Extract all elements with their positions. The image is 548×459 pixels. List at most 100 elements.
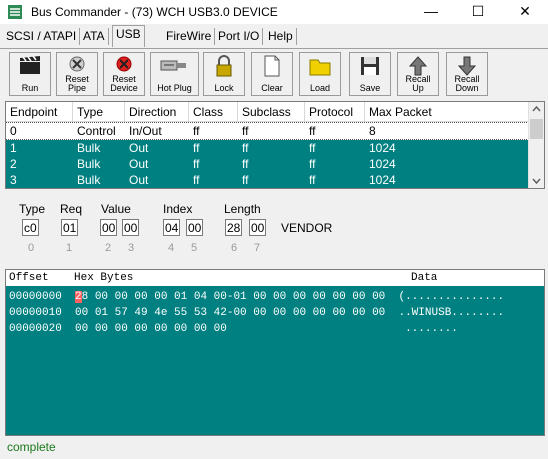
- byte-index: 5: [191, 242, 198, 254]
- reset-device-label-2: Device: [110, 83, 138, 93]
- cell-class: ff: [193, 141, 200, 155]
- save-button[interactable]: Save: [349, 52, 391, 96]
- hex-offset: 00000010: [9, 307, 62, 319]
- scroll-down-icon[interactable]: [529, 174, 544, 188]
- req-label: Req: [60, 202, 83, 216]
- reset-pipe-label-2: Pipe: [67, 83, 86, 93]
- table-row[interactable]: 3 Bulk Out ff ff ff 1024: [6, 172, 530, 188]
- hex-line: 00000010 00 01 57 49 4e 55 53 42-00 00 0…: [9, 306, 504, 321]
- status-text: complete: [7, 440, 56, 454]
- cell-endpoint: 3: [10, 173, 17, 187]
- byte-index: 2: [105, 242, 112, 254]
- window-title: Bus Commander - (73) WCH USB3.0 DEVICE: [31, 5, 278, 19]
- hex-data-panel[interactable]: Offset Hex Bytes Data 00000000 28 00 00 …: [5, 269, 545, 436]
- cell-direction: Out: [129, 157, 149, 171]
- scrollbar-thumb[interactable]: [530, 119, 543, 139]
- byte-index: 3: [128, 242, 135, 254]
- col-header-direction[interactable]: Direction: [125, 102, 189, 122]
- tab-firewire[interactable]: FireWire: [163, 28, 216, 45]
- cell-endpoint: 0: [10, 124, 17, 138]
- cell-max-packet: 1024: [369, 141, 396, 155]
- req-field[interactable]: 01: [61, 219, 78, 236]
- value-high-field[interactable]: 00: [122, 219, 139, 236]
- reset-pipe-icon: [69, 56, 85, 72]
- run-button[interactable]: Run: [9, 52, 51, 96]
- cell-subclass: ff: [242, 141, 249, 155]
- hex-offset: 00000020: [9, 323, 62, 335]
- cell-max-packet: 1024: [369, 157, 396, 171]
- usb-plug-icon: [160, 60, 186, 71]
- cell-class: ff: [193, 173, 200, 187]
- hex-bytes: 00 01 57 49 4e 55 53 42-00 00 00 00 00 0…: [75, 307, 386, 319]
- hex-ascii: (...............: [398, 291, 505, 303]
- byte-index: 7: [254, 242, 261, 254]
- recall-up-button[interactable]: Recall Up: [397, 52, 439, 96]
- offset-header: Offset: [9, 272, 49, 284]
- minimize-button[interactable]: —: [408, 0, 454, 24]
- value-low-field[interactable]: 00: [100, 219, 117, 236]
- tab-scsi-atapi[interactable]: SCSI / ATAPI: [3, 28, 81, 45]
- table-row[interactable]: 0 Control In/Out ff ff ff 8: [6, 122, 531, 140]
- clapperboard-icon: [20, 55, 40, 74]
- cell-max-packet: 8: [369, 124, 376, 138]
- padlock-icon: [216, 55, 232, 77]
- cell-type: Bulk: [77, 157, 101, 171]
- byte-index: 4: [168, 242, 175, 254]
- title-bar: Bus Commander - (73) WCH USB3.0 DEVICE —…: [0, 0, 548, 24]
- hex-line: 00000000 28 00 00 00 00 01 04 00-01 00 0…: [9, 290, 504, 305]
- lock-button[interactable]: Lock: [203, 52, 245, 96]
- recall-up-label-2: Up: [412, 83, 424, 93]
- tab-port-io[interactable]: Port I/O: [215, 28, 264, 45]
- cell-protocol: ff: [309, 141, 316, 155]
- hex-bytes-header: Hex Bytes: [74, 272, 134, 284]
- scroll-up-icon[interactable]: [529, 102, 544, 116]
- blank-page-icon: [264, 55, 280, 77]
- tab-help[interactable]: Help: [265, 28, 297, 45]
- reset-device-icon: [116, 56, 132, 72]
- cell-endpoint: 2: [10, 157, 17, 171]
- length-low-field[interactable]: 28: [225, 219, 242, 236]
- col-header-max-packet[interactable]: Max Packet: [365, 102, 530, 122]
- tab-ata[interactable]: ATA: [80, 28, 109, 45]
- col-header-subclass[interactable]: Subclass: [238, 102, 305, 122]
- data-header: Data: [411, 272, 438, 284]
- reset-device-button[interactable]: Reset Device: [103, 52, 145, 96]
- index-low-field[interactable]: 04: [163, 219, 180, 236]
- cell-class: ff: [193, 157, 200, 171]
- maximize-button[interactable]: ☐: [455, 0, 501, 24]
- index-high-field[interactable]: 00: [186, 219, 203, 236]
- col-header-endpoint[interactable]: Endpoint: [6, 102, 73, 122]
- run-label: Run: [21, 83, 39, 93]
- cell-max-packet: 1024: [369, 173, 396, 187]
- clear-label: Clear: [261, 83, 283, 93]
- col-header-protocol[interactable]: Protocol: [305, 102, 365, 122]
- endpoint-scrollbar[interactable]: [528, 102, 544, 188]
- table-row[interactable]: 2 Bulk Out ff ff ff 1024: [6, 156, 530, 172]
- cell-subclass: ff: [242, 157, 249, 171]
- save-label: Save: [359, 83, 381, 93]
- cell-class: ff: [193, 124, 200, 138]
- length-label: Length: [224, 202, 261, 216]
- byte-index: 1: [66, 242, 73, 254]
- tab-usb[interactable]: USB: [112, 25, 145, 47]
- hex-offset: 00000000: [9, 291, 62, 303]
- hex-header: Offset Hex Bytes Data: [6, 270, 544, 286]
- folder-icon: [309, 59, 331, 76]
- table-row[interactable]: 1 Bulk Out ff ff ff 1024: [6, 140, 530, 156]
- hot-plug-button[interactable]: Hot Plug: [150, 52, 199, 96]
- clear-button[interactable]: Clear: [251, 52, 293, 96]
- edit-cursor[interactable]: 2: [75, 291, 82, 303]
- cell-protocol: ff: [309, 157, 316, 171]
- cell-type: Bulk: [77, 141, 101, 155]
- reset-pipe-button[interactable]: Reset Pipe: [56, 52, 98, 96]
- hex-ascii: ........: [405, 323, 458, 335]
- col-header-class[interactable]: Class: [189, 102, 238, 122]
- col-header-type[interactable]: Type: [73, 102, 125, 122]
- close-button[interactable]: ✕: [502, 0, 548, 24]
- hex-bytes: 8 00 00 00 00 01 04 00-01 00 00 00 00 00…: [81, 291, 386, 303]
- length-high-field[interactable]: 00: [249, 219, 266, 236]
- recall-down-button[interactable]: Recall Down: [446, 52, 488, 96]
- load-button[interactable]: Load: [299, 52, 341, 96]
- type-field[interactable]: c0: [22, 219, 39, 236]
- cell-protocol: ff: [309, 173, 316, 187]
